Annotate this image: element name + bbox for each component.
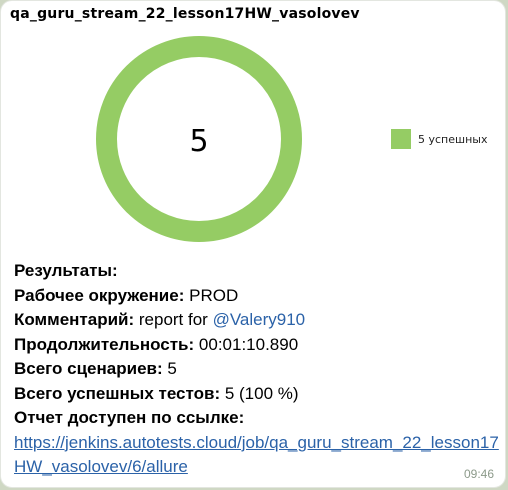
results-block: Результаты: Рабочее окружение: PROD Комм… — [14, 259, 499, 480]
passed-tests-line: Всего успешных тестов: 5 (100 %) — [14, 382, 499, 407]
duration-value: 00:01:10.890 — [198, 334, 299, 354]
report-label: Отчет доступен по ссылке: — [14, 408, 245, 427]
scenarios-label: Всего сценариев: — [14, 359, 163, 378]
comment-line: Комментарий: report for @Valery910 — [14, 308, 499, 333]
user-mention-link[interactable]: @Valery910 — [213, 310, 306, 329]
scenarios-value: 5 — [167, 359, 177, 378]
message-bubble: qa_guru_stream_22_lesson17HW_vasolovev 5… — [0, 0, 506, 488]
results-heading-label: Результаты: — [14, 261, 118, 280]
comment-text: report for — [138, 310, 208, 329]
chart-center-label: 5 — [189, 124, 208, 159]
report-line: Отчет доступен по ссылке: — [14, 406, 499, 431]
comment-label: Комментарий: — [14, 310, 135, 329]
message-timestamp: 09:46 — [463, 467, 494, 481]
chart-legend: 5 успешных — [391, 129, 488, 149]
scenarios-line: Всего сценариев: 5 — [14, 357, 499, 382]
duration-line: Продолжительность: 00:01:10.890 — [14, 333, 499, 358]
legend-swatch — [391, 129, 411, 149]
environment-value: PROD — [189, 285, 239, 305]
environment-label: Рабочее окружение: — [14, 285, 185, 305]
results-chart: 5 5 успешных — [96, 36, 488, 242]
duration-label: Продолжительность: — [14, 334, 195, 354]
results-heading: Результаты: — [14, 259, 499, 284]
legend-label: 5 успешных — [418, 133, 488, 146]
passed-tests-label: Всего успешных тестов: — [14, 383, 221, 403]
environment-line: Рабочее окружение: PROD — [14, 284, 499, 309]
passed-tests-value: 5 (100 %) — [224, 383, 299, 403]
allure-report-link[interactable]: https://jenkins.autotests.cloud/job/qa_g… — [14, 431, 499, 480]
